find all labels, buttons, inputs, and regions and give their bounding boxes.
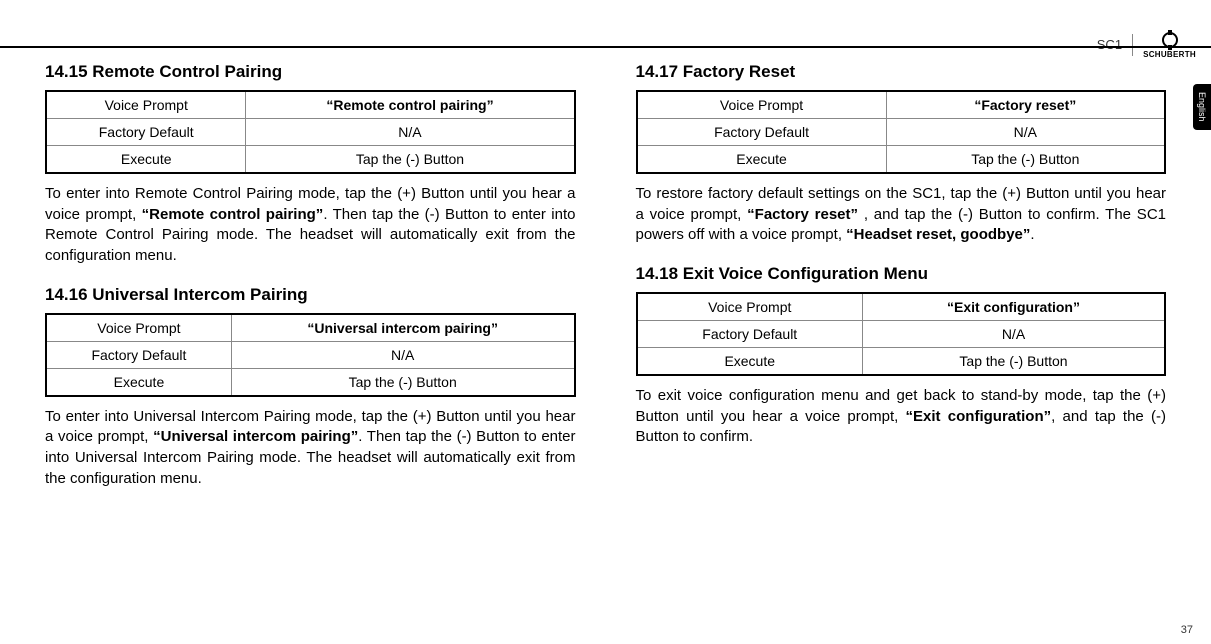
section-heading-1418: 14.18 Exit Voice Configuration Menu: [636, 264, 1167, 284]
header-bar: SC1 SCHUBERTH: [1097, 30, 1196, 59]
voice-prompt-value: “Remote control pairing”: [246, 91, 575, 119]
execute-value: Tap the (-) Button: [862, 348, 1165, 376]
header-rule: [0, 46, 1211, 48]
section-body-1416: To enter into Universal Intercom Pairing…: [45, 407, 576, 490]
config-table-1417: Voice Prompt “Factory reset” Factory Def…: [636, 90, 1167, 174]
row-label-execute: Execute: [637, 146, 887, 174]
page-number: 37: [1181, 624, 1193, 636]
voice-prompt-value: “Universal intercom pairing”: [231, 314, 574, 342]
voice-prompt-value: “Factory reset”: [886, 91, 1165, 119]
config-table-1418: Voice Prompt “Exit configuration” Factor…: [636, 292, 1167, 376]
row-label-factory-default: Factory Default: [637, 321, 863, 348]
brand-name: SCHUBERTH: [1143, 51, 1196, 59]
row-label-voice-prompt: Voice Prompt: [46, 314, 231, 342]
section-body-1415: To enter into Remote Control Pairing mod…: [45, 184, 576, 267]
section-heading-1415: 14.15 Remote Control Pairing: [45, 62, 576, 82]
language-tab: English: [1193, 84, 1211, 130]
execute-value: Tap the (-) Button: [231, 368, 574, 396]
execute-value: Tap the (-) Button: [246, 146, 575, 174]
config-table-1415: Voice Prompt “Remote control pairing” Fa…: [45, 90, 576, 174]
left-column: 14.15 Remote Control Pairing Voice Promp…: [45, 62, 576, 508]
section-heading-1417: 14.17 Factory Reset: [636, 62, 1167, 82]
factory-default-value: N/A: [231, 341, 574, 368]
execute-value: Tap the (-) Button: [886, 146, 1165, 174]
row-label-factory-default: Factory Default: [637, 119, 887, 146]
row-label-execute: Execute: [46, 368, 231, 396]
voice-prompt-value: “Exit configuration”: [862, 293, 1165, 321]
model-label: SC1: [1097, 37, 1122, 52]
section-body-1418: To exit voice configuration menu and get…: [636, 386, 1167, 448]
config-table-1416: Voice Prompt “Universal intercom pairing…: [45, 313, 576, 397]
header-divider: [1132, 34, 1133, 56]
row-label-execute: Execute: [637, 348, 863, 376]
row-label-execute: Execute: [46, 146, 246, 174]
factory-default-value: N/A: [886, 119, 1165, 146]
row-label-voice-prompt: Voice Prompt: [637, 293, 863, 321]
brand-logo: SCHUBERTH: [1143, 30, 1196, 59]
section-heading-1416: 14.16 Universal Intercom Pairing: [45, 285, 576, 305]
row-label-factory-default: Factory Default: [46, 341, 231, 368]
row-label-voice-prompt: Voice Prompt: [637, 91, 887, 119]
section-body-1417: To restore factory default settings on t…: [636, 184, 1167, 246]
right-column: 14.17 Factory Reset Voice Prompt “Factor…: [636, 62, 1167, 508]
factory-default-value: N/A: [246, 119, 575, 146]
row-label-factory-default: Factory Default: [46, 119, 246, 146]
factory-default-value: N/A: [862, 321, 1165, 348]
content-columns: 14.15 Remote Control Pairing Voice Promp…: [45, 62, 1166, 508]
row-label-voice-prompt: Voice Prompt: [46, 91, 246, 119]
